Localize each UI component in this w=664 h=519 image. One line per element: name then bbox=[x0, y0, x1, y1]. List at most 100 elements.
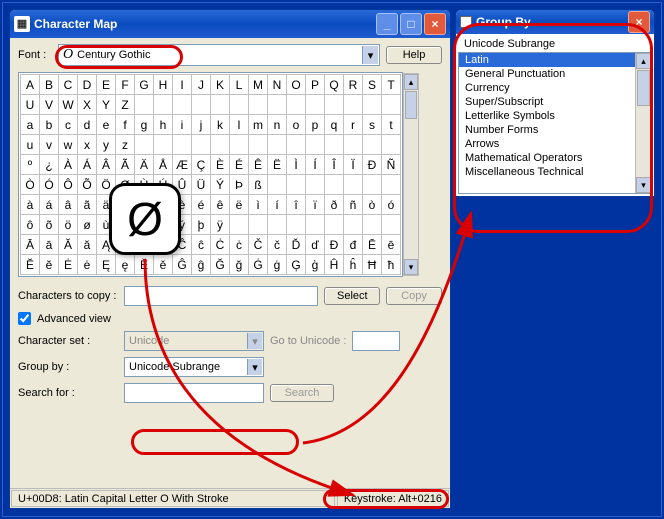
popup-scroll-thumb[interactable] bbox=[637, 70, 650, 106]
char-cell[interactable]: Ď bbox=[287, 235, 306, 255]
char-cell[interactable]: ė bbox=[78, 255, 97, 275]
char-cell[interactable]: ï bbox=[306, 195, 325, 215]
char-cell[interactable]: Đ bbox=[325, 235, 344, 255]
subrange-item[interactable]: Letterlike Symbols bbox=[459, 109, 635, 123]
char-cell[interactable]: m bbox=[249, 115, 268, 135]
subrange-item[interactable]: Number Forms bbox=[459, 123, 635, 137]
char-cell[interactable]: º bbox=[21, 155, 40, 175]
char-cell[interactable]: Ă bbox=[59, 235, 78, 255]
char-cell[interactable]: f bbox=[116, 115, 135, 135]
char-cell[interactable] bbox=[154, 95, 173, 115]
char-cell[interactable]: Ĉ bbox=[173, 235, 192, 255]
char-cell[interactable] bbox=[363, 215, 382, 235]
char-cell[interactable]: Ø bbox=[116, 175, 135, 195]
main-titlebar[interactable]: ▦ Character Map _ □ × bbox=[10, 10, 450, 38]
char-cell[interactable]: â bbox=[59, 195, 78, 215]
char-cell[interactable]: ö bbox=[59, 215, 78, 235]
char-cell[interactable]: Y bbox=[97, 95, 116, 115]
char-cell[interactable] bbox=[382, 175, 401, 195]
char-cell[interactable] bbox=[287, 175, 306, 195]
char-cell[interactable] bbox=[230, 95, 249, 115]
char-cell[interactable] bbox=[268, 175, 287, 195]
char-cell[interactable]: ä bbox=[97, 195, 116, 215]
char-cell[interactable]: Đ bbox=[363, 155, 382, 175]
char-cell[interactable]: ć bbox=[154, 235, 173, 255]
subrange-item[interactable]: Super/Subscript bbox=[459, 95, 635, 109]
char-cell[interactable]: Ô bbox=[59, 175, 78, 195]
subrange-listbox[interactable]: LatinGeneral PunctuationCurrencySuper/Su… bbox=[458, 52, 652, 194]
scroll-up-button[interactable]: ▴ bbox=[404, 74, 418, 90]
char-cell[interactable]: Ì bbox=[287, 155, 306, 175]
char-cell[interactable]: ó bbox=[382, 195, 401, 215]
char-cell[interactable]: Û bbox=[173, 175, 192, 195]
char-cell[interactable]: ç bbox=[154, 195, 173, 215]
char-cell[interactable]: á bbox=[40, 195, 59, 215]
char-cell[interactable] bbox=[268, 215, 287, 235]
char-cell[interactable] bbox=[287, 95, 306, 115]
charset-combo[interactable]: Unicode ▾ bbox=[124, 331, 264, 351]
char-cell[interactable] bbox=[344, 175, 363, 195]
char-cell[interactable]: a bbox=[21, 115, 40, 135]
char-cell[interactable] bbox=[344, 135, 363, 155]
char-cell[interactable]: p bbox=[306, 115, 325, 135]
char-cell[interactable]: ô bbox=[21, 215, 40, 235]
char-cell[interactable]: v bbox=[40, 135, 59, 155]
char-cell[interactable]: ß bbox=[249, 175, 268, 195]
char-cell[interactable]: Ü bbox=[192, 175, 211, 195]
char-cell[interactable]: S bbox=[363, 75, 382, 95]
char-cell[interactable]: ò bbox=[363, 195, 382, 215]
char-cell[interactable]: Æ bbox=[173, 155, 192, 175]
char-cell[interactable]: ē bbox=[382, 235, 401, 255]
char-cell[interactable]: ĕ bbox=[40, 255, 59, 275]
char-cell[interactable] bbox=[363, 175, 382, 195]
char-cell[interactable] bbox=[325, 135, 344, 155]
char-cell[interactable]: Ā bbox=[21, 235, 40, 255]
char-cell[interactable]: Í bbox=[306, 155, 325, 175]
subrange-item[interactable]: Arrows bbox=[459, 137, 635, 151]
char-cell[interactable]: ď bbox=[306, 235, 325, 255]
char-cell[interactable] bbox=[382, 135, 401, 155]
char-cell[interactable]: y bbox=[97, 135, 116, 155]
char-cell[interactable]: Â bbox=[97, 155, 116, 175]
char-cell[interactable] bbox=[306, 135, 325, 155]
char-cell[interactable]: ý bbox=[173, 215, 192, 235]
char-cell[interactable]: Ģ bbox=[287, 255, 306, 275]
char-cell[interactable]: í bbox=[268, 195, 287, 215]
char-cell[interactable] bbox=[287, 135, 306, 155]
char-cell[interactable]: Ě bbox=[135, 255, 154, 275]
char-cell[interactable]: ĥ bbox=[344, 255, 363, 275]
char-cell[interactable] bbox=[268, 95, 287, 115]
char-cell[interactable] bbox=[306, 95, 325, 115]
char-cell[interactable]: õ bbox=[40, 215, 59, 235]
scroll-down-button[interactable]: ▾ bbox=[404, 259, 418, 275]
char-cell[interactable]: ð bbox=[325, 195, 344, 215]
popup-scroll-up[interactable]: ▴ bbox=[636, 53, 651, 69]
minimize-button[interactable]: _ bbox=[376, 13, 398, 35]
char-cell[interactable]: Ė bbox=[59, 255, 78, 275]
char-cell[interactable]: À bbox=[59, 155, 78, 175]
char-cell[interactable]: Ò bbox=[21, 175, 40, 195]
char-cell[interactable]: ğ bbox=[230, 255, 249, 275]
char-cell[interactable] bbox=[173, 95, 192, 115]
char-cell[interactable] bbox=[173, 135, 192, 155]
char-cell[interactable]: ě bbox=[154, 255, 173, 275]
char-cell[interactable]: K bbox=[211, 75, 230, 95]
char-cell[interactable]: ¿ bbox=[40, 155, 59, 175]
char-cell[interactable]: è bbox=[173, 195, 192, 215]
char-cell[interactable]: B bbox=[40, 75, 59, 95]
char-cell[interactable]: P bbox=[306, 75, 325, 95]
chars-to-copy-input[interactable] bbox=[124, 286, 318, 306]
char-cell[interactable]: Ù bbox=[135, 175, 154, 195]
char-cell[interactable] bbox=[230, 135, 249, 155]
char-cell[interactable] bbox=[249, 95, 268, 115]
scroll-thumb[interactable] bbox=[405, 91, 417, 119]
char-cell[interactable]: Ã bbox=[116, 155, 135, 175]
char-cell[interactable]: Ö bbox=[97, 175, 116, 195]
char-cell[interactable]: Ý bbox=[211, 175, 230, 195]
char-cell[interactable] bbox=[325, 175, 344, 195]
char-cell[interactable]: ă bbox=[78, 235, 97, 255]
char-cell[interactable] bbox=[306, 175, 325, 195]
popup-scroll-down[interactable]: ▾ bbox=[636, 177, 651, 193]
char-cell[interactable]: É bbox=[230, 155, 249, 175]
char-cell[interactable]: ì bbox=[249, 195, 268, 215]
